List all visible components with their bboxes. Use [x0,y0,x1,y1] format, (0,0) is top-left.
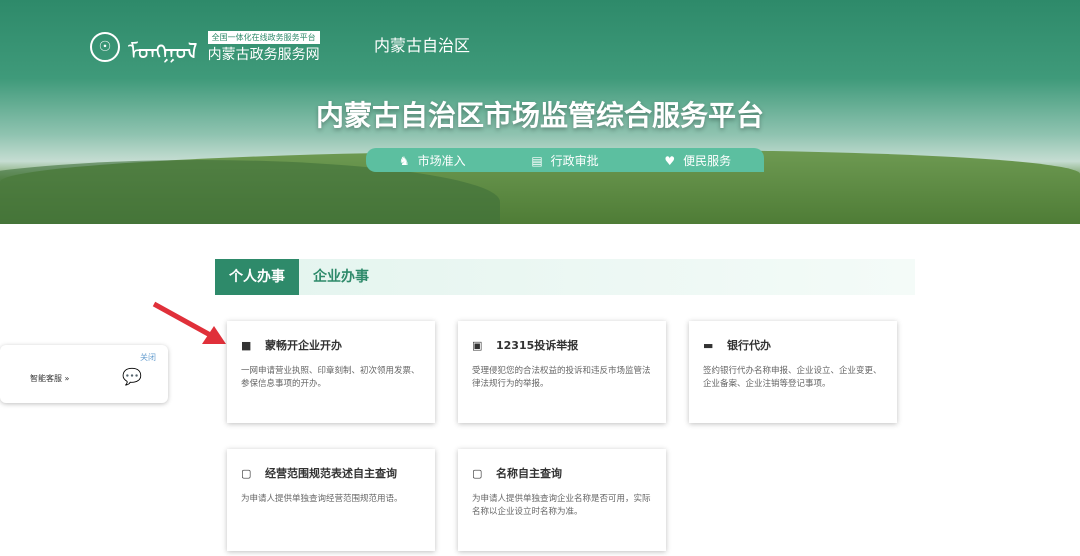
main-nav: ♞ 市场准入 ▤ 行政审批 ♥ 便民服务 [366,148,764,172]
tagline: 全国一体化在线政务服务平台 [207,30,320,44]
region-link[interactable]: 内蒙古自治区 [374,32,470,56]
site-logo[interactable]: ☉ ᠮᠣᠩᠭᠣᠯ 全国一体化在线政务服务平台 内蒙古政务服务网 [90,28,320,66]
site-name: 内蒙古政务服务网 [207,46,320,63]
smart-service-widget: 关闭 智能客服 » 💬 [0,345,168,403]
card-title: 12315投诉举报 [496,339,579,352]
heart-hand-icon: ♥ [664,153,676,168]
card-description: 签约银行代办名称申报、企业设立、企业变更、企业备案、企业注销等登记事项。 [703,366,882,389]
card-title: 蒙畅开企业开办 [265,339,342,352]
card-description: 受理侵犯您的合法权益的投诉和违反市场监管法律法规行为的举报。 [472,366,651,389]
document-search-icon: ▢ [241,466,252,480]
approval-icon: ▤ [531,153,543,168]
card-description: 一网申请营业执照、印章刻制、初次领用发票、参保信息事项的开办。 [241,366,420,389]
card-title: 银行代办 [727,339,771,352]
service-card-business-scope-query[interactable]: ▢ 经营范围规范表述自主查询 为申请人提供单独查询经营范围规范用语。 [227,449,435,551]
close-widget-button[interactable]: 关闭 [140,352,156,363]
complaint-icon: ▣ [472,338,483,352]
bank-card-icon: ▬ [703,338,714,352]
chat-agent-icon[interactable]: 💬 [122,367,142,386]
tab-personal[interactable]: 个人办事 [215,259,299,295]
hero-banner: ☉ ᠮᠣᠩᠭᠣᠯ 全国一体化在线政务服务平台 内蒙古政务服务网 内蒙古自治区 内… [0,0,1080,224]
nav-item-market-entry[interactable]: ♞ 市场准入 [399,152,466,169]
name-search-icon: ▢ [472,466,483,480]
card-description: 为申请人提供单独查询经营范围规范用语。 [241,494,403,504]
service-card-name-query[interactable]: ▢ 名称自主查询 为申请人提供单独查询企业名称是否可用，实际名称以企业设立时名称为… [458,449,666,551]
nav-item-admin-approval[interactable]: ▤ 行政审批 [531,152,598,169]
card-description: 为申请人提供单独查询企业名称是否可用，实际名称以企业设立时名称为准。 [472,494,651,517]
emblem-icon: ☉ [90,32,120,62]
nav-label: 便民服务 [683,153,732,168]
card-title: 经营范围规范表述自主查询 [265,467,397,480]
service-card-business-startup[interactable]: ■ 蒙畅开企业开办 一网申请营业执照、印章刻制、初次领用发票、参保信息事项的开办。 [227,321,435,423]
smart-service-link[interactable]: 智能客服 » [30,373,69,384]
tab-enterprise[interactable]: 企业办事 [299,259,383,295]
page-title: 内蒙古自治区市场监管综合服务平台 [315,99,764,132]
card-title: 名称自主查询 [496,467,562,480]
nav-item-public-service[interactable]: ♥ 便民服务 [664,152,731,169]
market-icon: ♞ [398,153,410,168]
nav-label: 市场准入 [417,153,466,168]
red-arrow-annotation [152,301,226,344]
briefcase-icon: ■ [241,338,252,352]
mongolian-script: ᠮᠣᠩᠭᠣᠯ [128,40,198,65]
service-card-12315-complaint[interactable]: ▣ 12315投诉举报 受理侵犯您的合法权益的投诉和违反市场监管法律法规行为的举报… [458,321,666,423]
service-card-bank-agent[interactable]: ▬ 银行代办 签约银行代办名称申报、企业设立、企业变更、企业备案、企业注销等登记事… [689,321,897,423]
service-tabs: 个人办事 企业办事 [215,259,915,295]
nav-label: 行政审批 [550,153,599,168]
